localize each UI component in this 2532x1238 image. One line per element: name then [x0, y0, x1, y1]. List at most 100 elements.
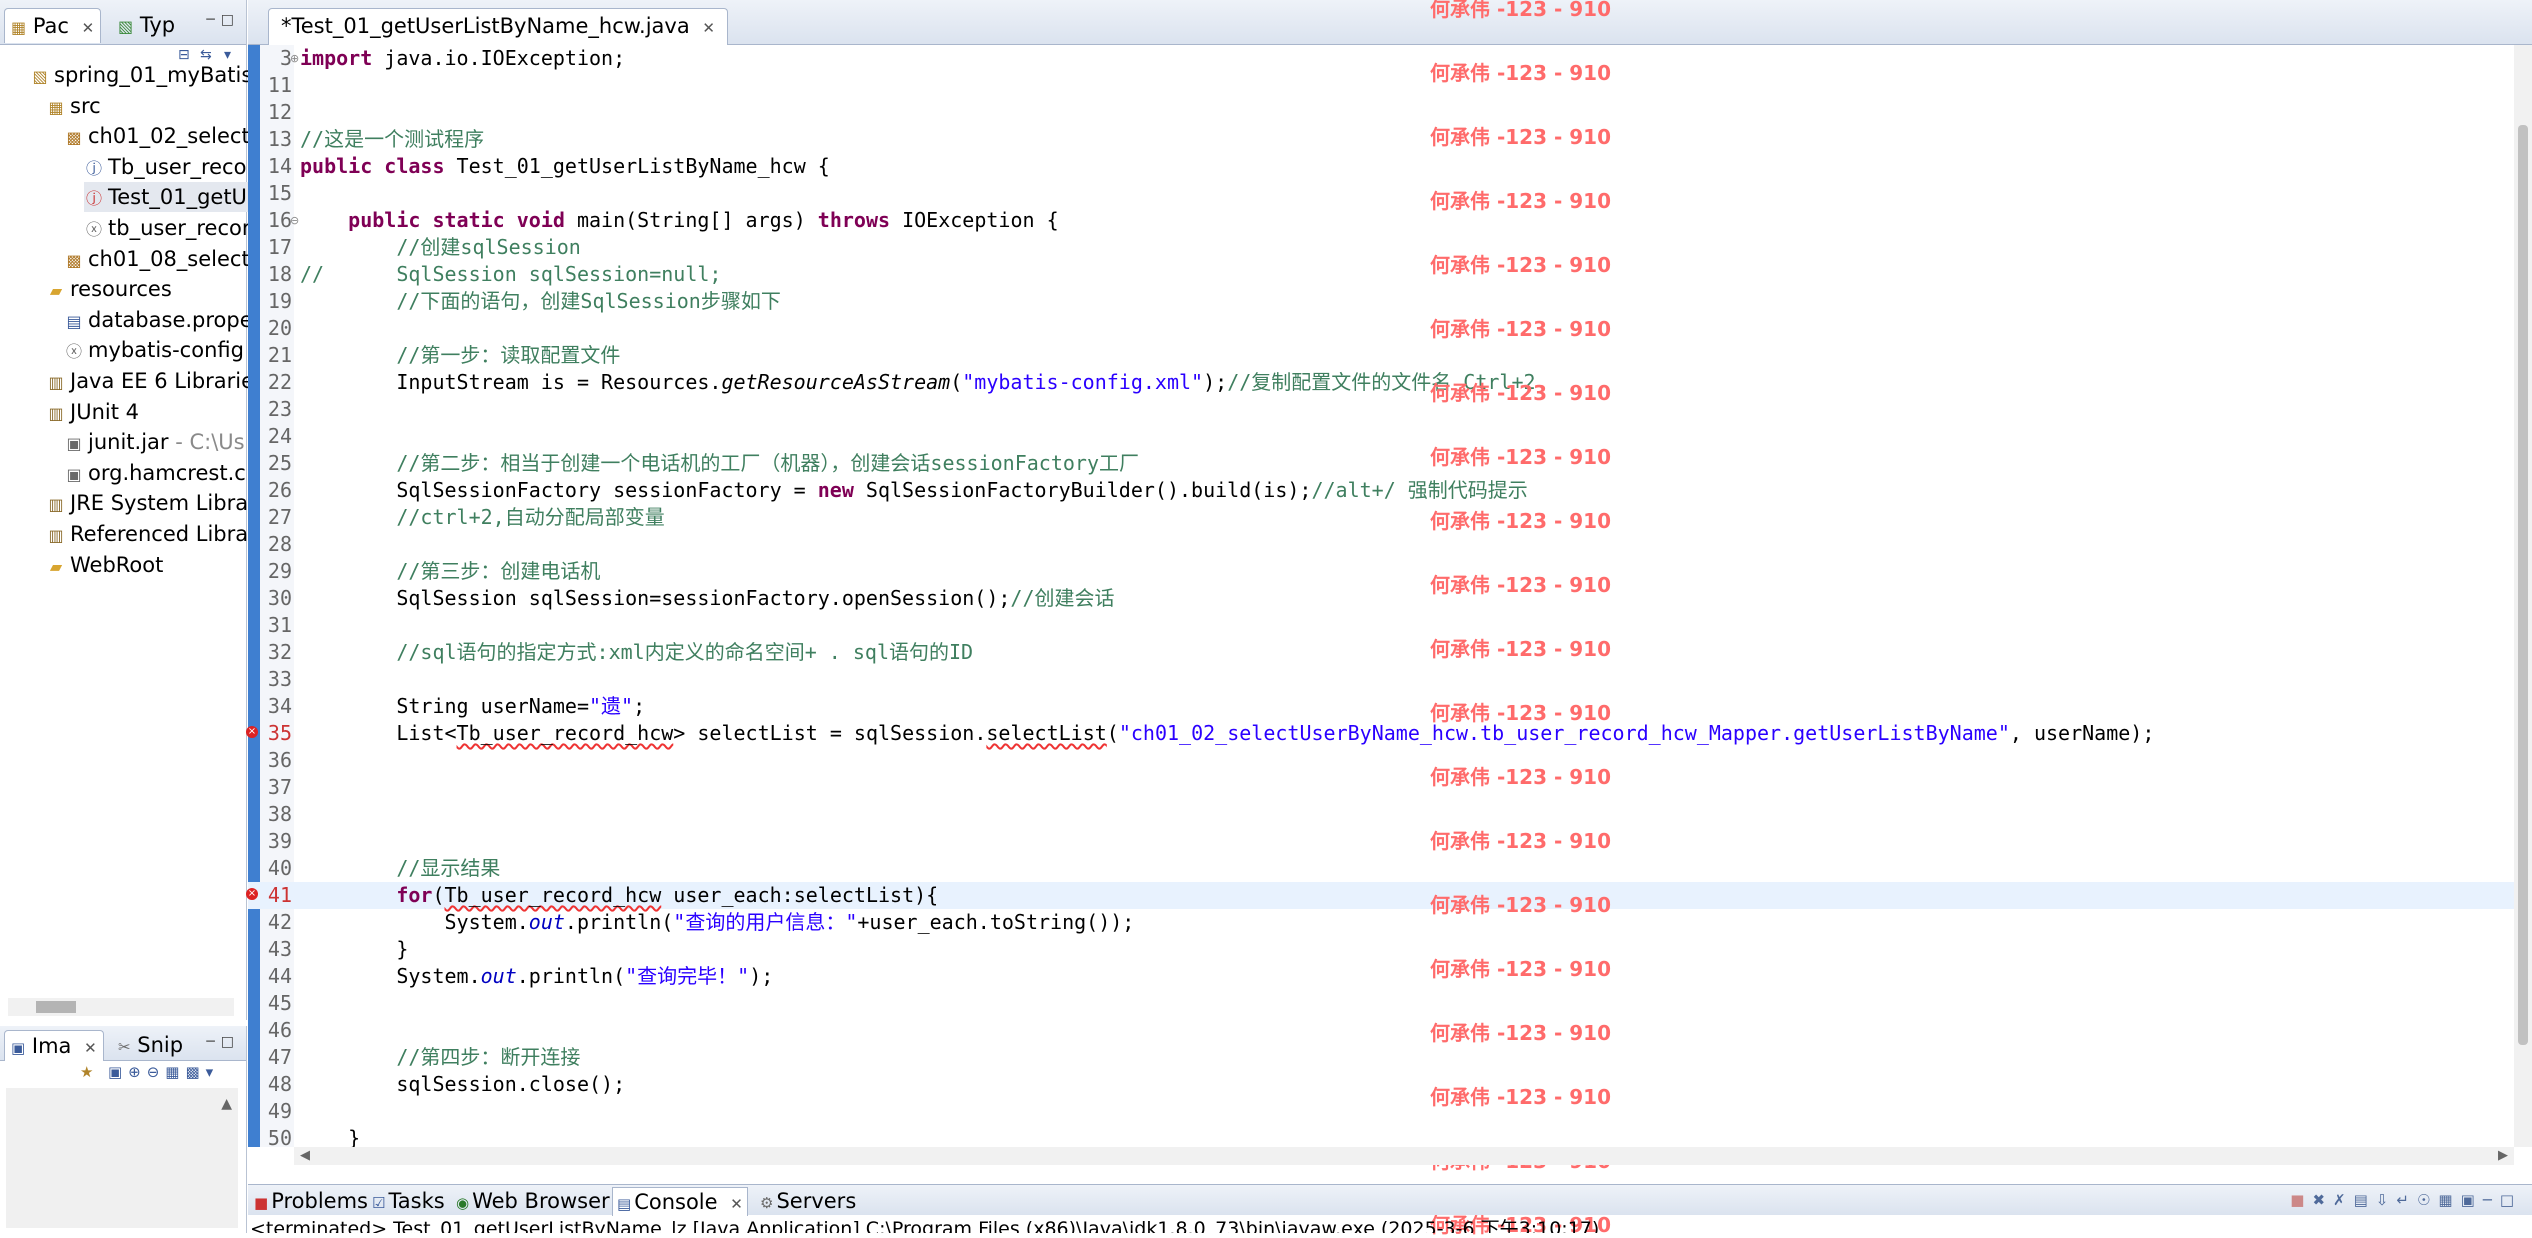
- tab-web-browser[interactable]: ◉ Web Browser: [452, 1187, 614, 1215]
- tree-item[interactable]: ▰ resources: [46, 274, 172, 304]
- code-line[interactable]: 14 public class Test_01_getUserListByName…: [248, 153, 2516, 180]
- tab-servers[interactable]: ⚙ Servers: [756, 1187, 860, 1215]
- code-line[interactable]: 24: [248, 423, 2516, 450]
- horizontal-scrollbar[interactable]: ◀ ▶: [294, 1147, 2514, 1165]
- minimize-icon[interactable]: ─: [2483, 1191, 2500, 1209]
- code-line[interactable]: 48 sqlSession.close();: [248, 1071, 2516, 1098]
- tree-item[interactable]: ▥ Referenced Libra: [46, 519, 248, 549]
- code-line[interactable]: 22 InputStream is = Resources.getResourc…: [248, 369, 2516, 396]
- tab-problems[interactable]: ■ Problems: [250, 1187, 372, 1215]
- code-editor[interactable]: 3 ⊕ import java.io.IOException; 11 12 13//这是一…: [246, 0, 2532, 1237]
- tree-item[interactable]: ▰ WebRoot: [46, 550, 164, 580]
- code-line[interactable]: 27 //ctrl+2,自动分配局部变量: [248, 504, 2516, 531]
- display-console-icon[interactable]: ▦: [2438, 1191, 2460, 1209]
- code-line[interactable]: 45: [248, 990, 2516, 1017]
- code-line[interactable]: 15: [248, 180, 2516, 207]
- code-line[interactable]: 38: [248, 801, 2516, 828]
- scroll-up-arrow-icon[interactable]: ▲: [221, 1096, 232, 1112]
- horizontal-scrollbar[interactable]: [8, 998, 234, 1016]
- code-line[interactable]: 29 //第三步：创建电话机: [248, 558, 2516, 585]
- code-line[interactable]: 42 System.out.println("查询的用户信息："+user_ea…: [248, 909, 2516, 936]
- code-line[interactable]: 28: [248, 531, 2516, 558]
- remove-all-icon[interactable]: ✗: [2333, 1191, 2354, 1209]
- clear-console-icon[interactable]: ▤: [2354, 1191, 2376, 1209]
- close-icon[interactable]: ✕: [730, 1195, 743, 1213]
- close-icon[interactable]: ✕: [82, 19, 95, 37]
- tree-item[interactable]: ▥ JUnit 4: [46, 397, 139, 427]
- code-line[interactable]: 39: [248, 828, 2516, 855]
- minimize-icon[interactable]: ─: [206, 12, 220, 28]
- fold-toggle-icon[interactable]: ⊖: [290, 207, 299, 234]
- code-line[interactable]: 16 ⊖ public static void main(String[] arg…: [248, 207, 2516, 234]
- tree-item[interactable]: ⓙ Tb_user_reco: [84, 152, 246, 182]
- code-token: main(String[] args): [564, 208, 818, 232]
- scrollbar-thumb[interactable]: [2518, 125, 2528, 1045]
- code-line[interactable]: 3 ⊕ import java.io.IOException;: [248, 45, 2516, 72]
- maximize-icon[interactable]: □: [2500, 1191, 2522, 1209]
- vertical-scrollbar[interactable]: [2514, 45, 2532, 1147]
- tree-item[interactable]: ▣ org.hamcrest.c: [64, 458, 245, 488]
- code-line[interactable]: 12: [248, 99, 2516, 126]
- code-line[interactable]: × 41 for(Tb_user_record_hcw user_each:sel…: [246, 882, 2516, 909]
- tree-item[interactable]: ▧ spring_01_myBatis_: [30, 60, 262, 90]
- tab-type-hierarchy[interactable]: ▧ Typ: [112, 8, 181, 42]
- code-line[interactable]: 20: [248, 315, 2516, 342]
- code-line[interactable]: 34 String userName="遗";: [248, 693, 2516, 720]
- code-line[interactable]: 47 //第四步：断开连接: [248, 1044, 2516, 1071]
- tree-item[interactable]: ⓙ Test_01_getU: [84, 182, 251, 213]
- open-console-icon[interactable]: ▣: [2461, 1191, 2483, 1209]
- tree-item[interactable]: ⓧ tb_user_recor: [84, 213, 251, 243]
- scroll-right-arrow-icon[interactable]: ▶: [2498, 1148, 2508, 1163]
- close-icon[interactable]: ✕: [84, 1039, 97, 1057]
- scroll-left-arrow-icon[interactable]: ◀: [300, 1148, 310, 1163]
- code-line[interactable]: 18 // SqlSession sqlSession=null;: [248, 261, 2516, 288]
- close-icon[interactable]: ✕: [702, 19, 715, 37]
- code-line[interactable]: 43 }: [248, 936, 2516, 963]
- code-line[interactable]: 44 System.out.println("查询完毕！");: [248, 963, 2516, 990]
- tab-tasks[interactable]: ☑ Tasks: [368, 1187, 449, 1215]
- maximize-icon[interactable]: □: [221, 1034, 240, 1050]
- code-line[interactable]: × 35 List<Tb_user_record_hcw> selectList …: [246, 720, 2516, 747]
- code-line[interactable]: 19 //下面的语句，创建SqlSession步骤如下: [248, 288, 2516, 315]
- code-line[interactable]: 36: [248, 747, 2516, 774]
- tree-item[interactable]: ▣ junit.jar - C:\Us: [64, 427, 244, 457]
- code-line[interactable]: 33: [248, 666, 2516, 693]
- code-line[interactable]: 40 //显示结果: [248, 855, 2516, 882]
- tab-package-explorer[interactable]: ▦ Pac ✕: [4, 8, 102, 43]
- scrollbar-thumb[interactable]: [36, 1001, 76, 1013]
- tab-snippets[interactable]: ✂ Snip: [112, 1030, 189, 1060]
- code-line[interactable]: 49: [248, 1098, 2516, 1125]
- code-line[interactable]: 11: [248, 72, 2516, 99]
- fold-toggle-icon[interactable]: ⊕: [290, 45, 299, 72]
- word-wrap-icon[interactable]: ↵: [2396, 1191, 2417, 1209]
- code-line[interactable]: 37: [248, 774, 2516, 801]
- code-line[interactable]: 46: [248, 1017, 2516, 1044]
- code-line[interactable]: 13 //这是一个测试程序: [248, 126, 2516, 153]
- code-line[interactable]: 25 //第二步：相当于创建一个电话机的工厂（机器），创建会话sessionFa…: [248, 450, 2516, 477]
- tree-item[interactable]: ▥ Java EE 6 Librarie: [46, 366, 254, 396]
- remove-launch-icon[interactable]: ✖: [2312, 1191, 2333, 1209]
- tab-console[interactable]: ▤ Console ✕: [612, 1187, 748, 1216]
- terminate-icon[interactable]: ■: [2290, 1191, 2312, 1209]
- scroll-lock-icon[interactable]: ⇩: [2376, 1191, 2397, 1209]
- pin-console-icon[interactable]: ☉: [2417, 1191, 2438, 1209]
- tree-item[interactable]: ▤ database.prope: [64, 305, 252, 335]
- code-line[interactable]: 23: [248, 396, 2516, 423]
- editor-tab[interactable]: *Test_01_getUserListByName_hcw.java ✕: [268, 8, 728, 45]
- code-line[interactable]: 21 //第一步：读取配置文件: [248, 342, 2516, 369]
- tree-item[interactable]: ▥ JRE System Libra: [46, 488, 248, 518]
- pin-icon[interactable]: ★: [80, 1063, 93, 1081]
- code-line[interactable]: 26 SqlSessionFactory sessionFactory = ne…: [248, 477, 2516, 504]
- maximize-icon[interactable]: □: [221, 12, 240, 28]
- tree-item[interactable]: ▦ src: [46, 91, 100, 121]
- code-line[interactable]: 17 //创建sqlSession: [248, 234, 2516, 261]
- tree-item[interactable]: ▩ ch01_02_select: [64, 121, 249, 151]
- tree-item[interactable]: ▩ ch01_08_select: [64, 244, 249, 274]
- code-line[interactable]: 30 SqlSession sqlSession=sessionFactory.…: [248, 585, 2516, 612]
- tree-item[interactable]: ⓧ mybatis-config: [64, 335, 244, 365]
- zoom-tools-icon[interactable]: ▣⊕⊖▦▩▾: [108, 1063, 219, 1081]
- code-line[interactable]: 31: [248, 612, 2516, 639]
- code-line[interactable]: 32 //sql语句的指定方式:xml内定义的命名空间+ . sql语句的ID: [248, 639, 2516, 666]
- tab-image[interactable]: ▣ Ima ✕: [4, 1030, 104, 1061]
- minimize-icon[interactable]: ─: [206, 1034, 220, 1050]
